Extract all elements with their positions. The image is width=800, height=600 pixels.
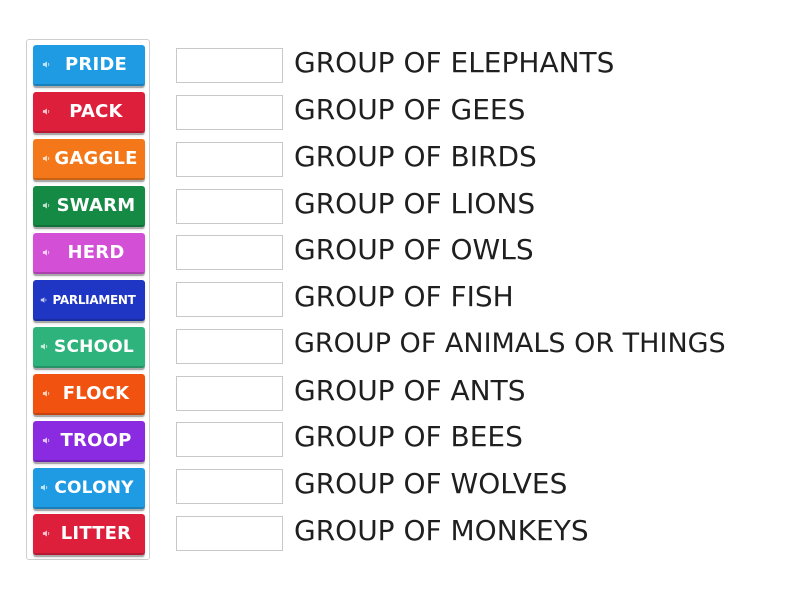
speaker-icon[interactable] <box>41 201 51 211</box>
tile-pride[interactable]: PRIDE <box>33 45 145 86</box>
prompt-text: GROUP OF FISH <box>294 280 514 313</box>
tile-label: PARLIAMENT <box>52 292 136 307</box>
tile-label: PRIDE <box>65 54 127 75</box>
tile-school[interactable]: SCHOOL <box>33 327 145 368</box>
prompt-text: GROUP OF MONKEYS <box>294 514 589 547</box>
answer-box-4[interactable] <box>176 189 283 224</box>
tile-colony[interactable]: COLONY <box>33 468 145 509</box>
tile-label: GAGGLE <box>54 148 138 169</box>
speaker-icon[interactable] <box>41 436 51 446</box>
speaker-icon[interactable] <box>41 60 51 70</box>
tile-troop[interactable]: TROOP <box>33 421 145 462</box>
speaker-icon[interactable] <box>39 295 49 305</box>
tile-label: SCHOOL <box>54 336 134 357</box>
answer-box-7[interactable] <box>176 329 283 364</box>
speaker-icon[interactable] <box>39 483 49 493</box>
answer-box-6[interactable] <box>176 282 283 317</box>
tile-label: TROOP <box>60 430 132 451</box>
answer-box-10[interactable] <box>176 469 283 504</box>
tile-label: FLOCK <box>62 383 130 404</box>
tile-label: SWARM <box>56 195 136 216</box>
speaker-icon[interactable] <box>41 529 51 539</box>
tile-label: PACK <box>69 101 123 122</box>
prompt-text: GROUP OF WOLVES <box>294 467 568 500</box>
prompt-text: GROUP OF ANTS <box>294 374 526 407</box>
speaker-icon[interactable] <box>41 154 51 164</box>
speaker-icon[interactable] <box>41 107 51 117</box>
tile-litter[interactable]: LITTER <box>33 514 145 555</box>
tile-label: HERD <box>67 242 125 263</box>
speaker-icon[interactable] <box>39 342 49 352</box>
answer-box-3[interactable] <box>176 142 283 177</box>
answer-box-5[interactable] <box>176 235 283 270</box>
tile-swarm[interactable]: SWARM <box>33 186 145 227</box>
answer-box-9[interactable] <box>176 422 283 457</box>
prompt-text: GROUP OF ELEPHANTS <box>294 46 615 79</box>
prompt-text: GROUP OF LIONS <box>294 187 536 220</box>
prompt-text: GROUP OF GEES <box>294 93 526 126</box>
match-up-activity: PRIDE PACK GAGGLE SWARM HERD PARLIAMENT … <box>0 0 800 600</box>
prompt-text: GROUP OF ANIMALS OR THINGS <box>294 328 726 359</box>
tile-label: COLONY <box>54 477 134 498</box>
tile-parliament[interactable]: PARLIAMENT <box>33 280 145 321</box>
tile-label: LITTER <box>60 523 132 544</box>
answer-box-11[interactable] <box>176 516 283 551</box>
prompt-text: GROUP OF BIRDS <box>294 140 537 173</box>
tile-pack[interactable]: PACK <box>33 92 145 133</box>
answer-box-8[interactable] <box>176 376 283 411</box>
prompt-text: GROUP OF BEES <box>294 420 523 453</box>
answer-box-2[interactable] <box>176 95 283 130</box>
tile-herd[interactable]: HERD <box>33 233 145 274</box>
speaker-icon[interactable] <box>41 248 51 258</box>
speaker-icon[interactable] <box>41 389 51 399</box>
tile-flock[interactable]: FLOCK <box>33 374 145 415</box>
prompt-text: GROUP OF OWLS <box>294 233 534 266</box>
answer-box-1[interactable] <box>176 48 283 83</box>
tile-gaggle[interactable]: GAGGLE <box>33 139 145 180</box>
tile-panel: PRIDE PACK GAGGLE SWARM HERD PARLIAMENT … <box>26 39 150 560</box>
